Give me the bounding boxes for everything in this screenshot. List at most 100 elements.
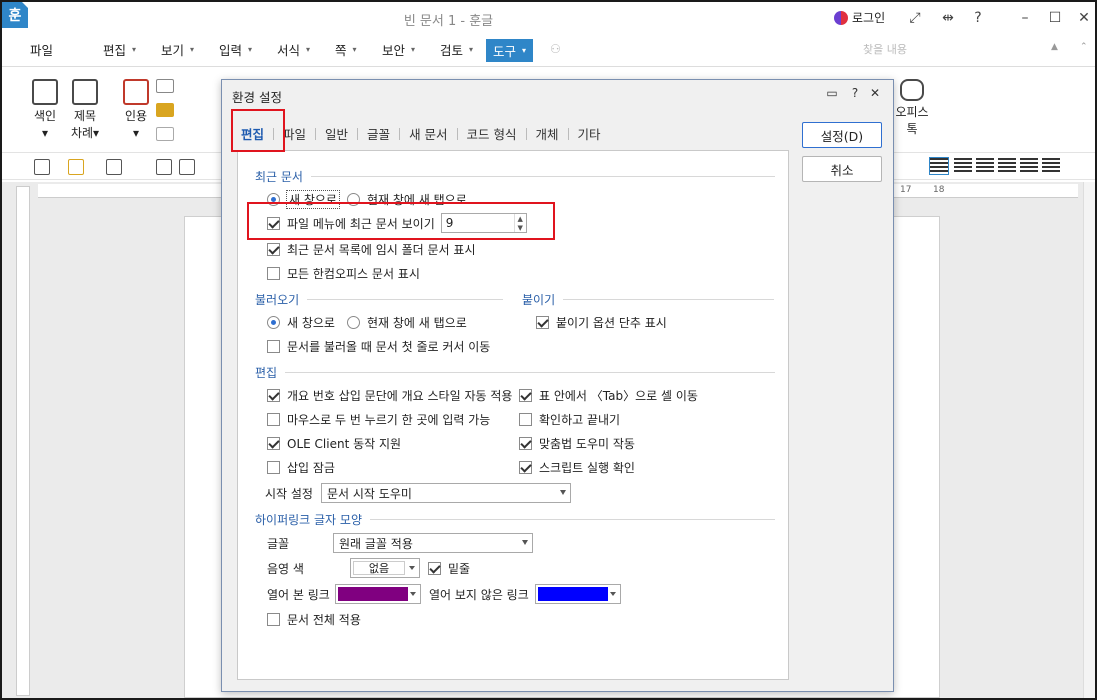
maximize-icon[interactable]: ☐ [1045, 8, 1065, 28]
citation-label: 인용 [124, 109, 148, 123]
office-talk-button[interactable]: 오피스 톡 [892, 79, 932, 138]
shade-color-select[interactable]: 없음 [350, 558, 420, 578]
align-right-icon[interactable] [998, 158, 1016, 174]
tab-object[interactable]: 개체 [527, 124, 568, 143]
bibliography-icon[interactable] [156, 79, 174, 93]
menu-view[interactable]: 보기 ▾ [161, 40, 194, 59]
collapse-ribbon-icon[interactable]: ⌃ [1080, 42, 1088, 52]
new-doc-icon[interactable] [34, 159, 50, 175]
citation-sub: ▾ [132, 126, 140, 140]
section-paste: 붙이기 [522, 291, 774, 308]
unvisited-color-swatch [537, 587, 608, 601]
minimize-icon[interactable]: – [1015, 8, 1035, 28]
tab-move-cell-checkbox[interactable]: 표 안에서 〈Tab〉으로 셀 이동 [519, 387, 698, 404]
divide-icon[interactable] [1042, 158, 1060, 174]
vertical-ruler[interactable] [16, 186, 30, 696]
account-icon [834, 10, 848, 25]
tab-etc[interactable]: 기타 [569, 124, 610, 143]
chevron-down-icon [609, 592, 616, 596]
dialog-help-icon[interactable]: ? [846, 84, 864, 102]
justify-icon[interactable] [929, 157, 949, 175]
tab-new-document[interactable]: 새 문서 [400, 124, 456, 143]
citation-icon [123, 79, 149, 105]
spell-helper-checkbox[interactable]: 맞춤법 도우미 작동 [519, 435, 635, 452]
collab-icon[interactable]: ⚇ [550, 42, 566, 56]
vertical-scrollbar[interactable] [1083, 182, 1095, 698]
tab-font[interactable]: 글꼴 [358, 124, 399, 143]
open-folder-icon[interactable] [68, 159, 84, 175]
paste-option-button-checkbox[interactable]: 붙이기 옵션 단추 표시 [536, 314, 667, 331]
title-bar: 훈 빈 문서 1 - 훈글 로그인 ⤢ ⇹ ? – ☐ ✕ [2, 2, 1095, 34]
chevron-down-icon [559, 490, 566, 495]
toc-sub: 차례▾ [70, 126, 100, 140]
robot-icon [900, 79, 924, 101]
chevron-up-icon[interactable]: ▲ [1051, 42, 1058, 52]
link-colors-row: 열어 본 링크 열어 보지 않은 링크 [267, 584, 621, 604]
print-icon[interactable] [156, 159, 172, 175]
cursor-first-line-checkbox[interactable]: 문서를 불러올 때 문서 첫 줄로 커서 이동 [267, 338, 490, 355]
show-temp-folder-checkbox[interactable]: 최근 문서 목록에 임시 폴더 문서 표시 [267, 241, 476, 258]
show-all-office-checkbox[interactable]: 모든 한컴오피스 문서 표시 [267, 265, 420, 282]
cancel-button[interactable]: 취소 [802, 156, 882, 182]
distribute-icon[interactable] [1020, 158, 1038, 174]
chevron-down-icon [409, 566, 415, 570]
menu-file[interactable]: 파일 [30, 40, 53, 59]
highlight-pen-icon[interactable] [156, 103, 174, 117]
find-input[interactable]: 찾을 내용 [857, 39, 1027, 59]
script-confirm-checkbox[interactable]: 스크립트 실행 확인 [519, 459, 635, 476]
citation-button[interactable]: 인용 ▾ [121, 79, 151, 142]
underline-checkbox[interactable] [428, 561, 441, 575]
close-window-icon[interactable]: ✕ [1074, 8, 1094, 28]
preferences-dialog: 환경 설정 ▭ ? ✕ 편집 파일 일반 글꼴 새 문서 코드 형식 개체 기타… [221, 79, 894, 692]
index-button[interactable]: 색인 ▾ [30, 79, 60, 142]
ruler-mark: 18 [933, 185, 945, 195]
menu-review[interactable]: 검토 ▾ [440, 40, 473, 59]
menu-security[interactable]: 보안 ▾ [382, 40, 415, 59]
visited-color-swatch [338, 587, 408, 601]
dialog-close-icon[interactable]: ✕ [866, 84, 884, 102]
double-click-input-checkbox[interactable]: 마우스로 두 번 누르기 한 곳에 입력 가능 [267, 411, 490, 428]
split-view-icon[interactable]: ⇹ [938, 8, 958, 28]
tab-code-format[interactable]: 코드 형식 [458, 124, 526, 143]
chevron-down-icon [522, 540, 528, 545]
index-icon [32, 79, 58, 105]
shade-color-label: 음영 색 [267, 561, 304, 576]
comment-icon[interactable]: ▭ [823, 84, 841, 102]
section-open: 불러오기 [255, 291, 503, 308]
fullscreen-icon[interactable]: ⤢ [905, 8, 925, 28]
index-sub: ▾ [41, 126, 49, 140]
menu-insert[interactable]: 입력 ▾ [219, 40, 252, 59]
start-setting-label: 시작 설정 [265, 486, 313, 501]
start-setting-select[interactable]: 문서 시작 도우미 [320, 483, 571, 503]
open-new-tab-radio[interactable]: 현재 창에 새 탭으로 [347, 314, 467, 331]
shade-color-row: 음영 색 없음 밑줄 [267, 558, 470, 578]
open-new-window-radio[interactable]: 새 창으로 [267, 314, 335, 331]
outline-style-checkbox[interactable]: 개요 번호 삽입 문단에 개요 스타일 자동 적용 [267, 387, 512, 404]
insert-lock-checkbox[interactable]: 삽입 잠금 [267, 459, 335, 476]
align-center-icon[interactable] [976, 158, 994, 174]
tab-general[interactable]: 일반 [316, 124, 357, 143]
highlight-box-tab [231, 109, 285, 152]
ok-button[interactable]: 설정(D) [802, 122, 882, 148]
preview-icon[interactable] [179, 159, 195, 175]
login-button[interactable]: 로그인 [834, 9, 885, 26]
menu-format[interactable]: 서식 ▾ [277, 40, 310, 59]
tab-bar: 편집 파일 일반 글꼴 새 문서 코드 형식 개체 기타 [232, 124, 610, 143]
save-icon[interactable] [106, 159, 122, 175]
unvisited-link-color-select[interactable] [534, 584, 621, 604]
underline-label: 밑줄 [448, 561, 471, 576]
visited-link-color-select[interactable] [335, 584, 421, 604]
ole-client-checkbox[interactable]: OLE Client 동작 지원 [267, 435, 401, 452]
align-left-icon[interactable] [954, 158, 972, 174]
note-icon[interactable] [156, 127, 174, 141]
toc-button[interactable]: 제목 차례▾ [68, 79, 102, 142]
apply-whole-doc-checkbox[interactable]: 문서 전체 적용 [267, 611, 361, 628]
confirm-exit-checkbox[interactable]: 확인하고 끝내기 [519, 411, 620, 428]
dialog-title: 환경 설정 [232, 90, 282, 105]
menu-page[interactable]: 쪽 ▾ [335, 40, 357, 59]
menu-edit[interactable]: 편집 ▾ [103, 40, 136, 59]
help-icon[interactable]: ? [968, 8, 988, 28]
index-label: 색인 [33, 109, 57, 123]
hyperlink-font-select[interactable]: 원래 글꼴 적용 [333, 533, 533, 553]
menu-tools[interactable]: 도구 ▾ [486, 39, 534, 62]
